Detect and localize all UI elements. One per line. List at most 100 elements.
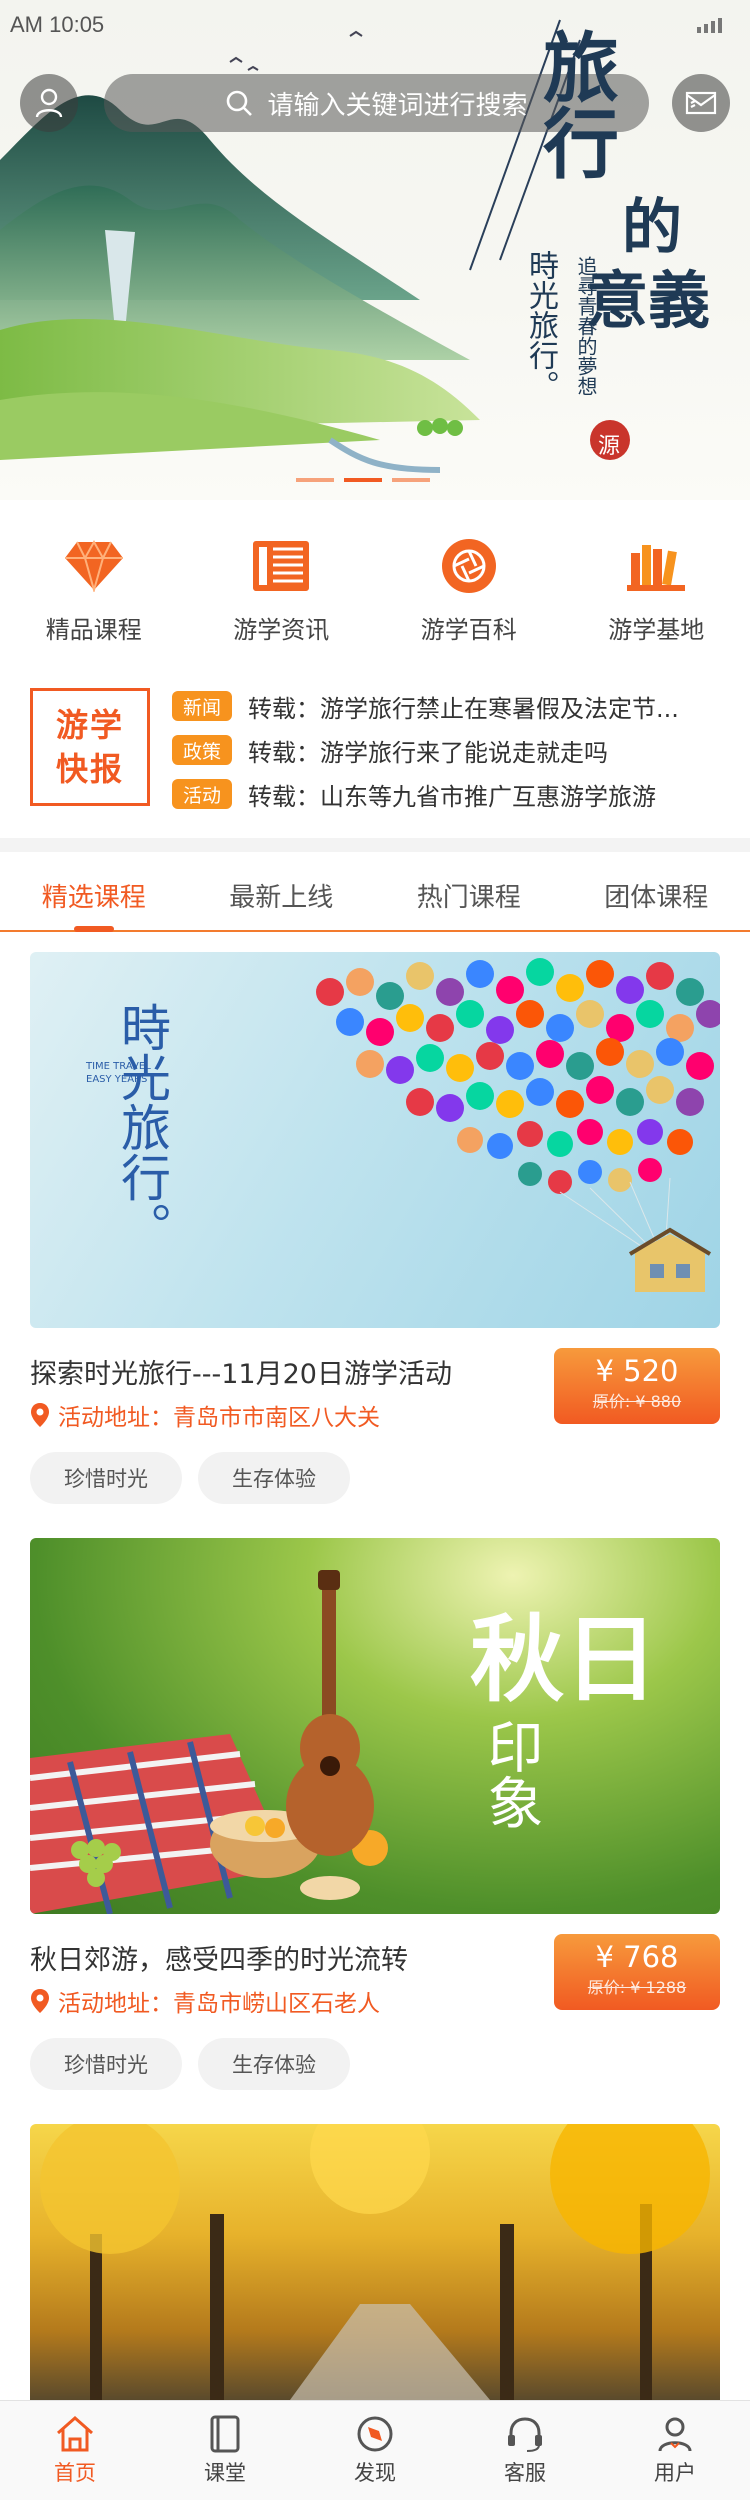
hero-tagline: 追尋青春的夢想 — [574, 256, 598, 396]
news-badge-line: 游学 — [55, 706, 124, 744]
quick-nav-label: 游学基地 — [608, 616, 705, 644]
location-pin-icon — [31, 1403, 49, 1427]
hero-title: 旅行 — [530, 28, 619, 180]
course-price: ¥ 768 — [595, 1940, 679, 1974]
book-icon — [210, 2415, 240, 2452]
quick-nav-bases[interactable]: 游学基地 — [563, 520, 750, 650]
autumn-trees-illustration — [40, 2124, 710, 2400]
quick-nav-news[interactable]: 游学资讯 — [188, 520, 376, 650]
location-pin-icon — [31, 1989, 49, 2013]
messages-button[interactable] — [672, 74, 730, 132]
course-title[interactable]: 探索时光旅行---11月20日游学活动 — [30, 1352, 452, 1391]
quick-nav-wiki[interactable]: 游学百科 — [375, 520, 563, 650]
course-card[interactable]: 時光旅行。 TIME TRAVEL EASY YEARS 探索时光旅行---11… — [30, 952, 720, 1504]
tab-featured[interactable]: 精选课程 — [0, 860, 188, 932]
news-item[interactable]: 政策 转载：游学旅行来了能说走就走吗 — [172, 728, 732, 772]
mail-icon — [685, 91, 717, 115]
section-divider — [0, 838, 750, 852]
price-box[interactable]: ¥ 520 原价: ¥ 880 — [554, 1348, 720, 1424]
nav-user[interactable]: 用户 — [600, 2401, 750, 2500]
hero-title-char: 旅 — [530, 28, 619, 104]
bottom-nav: 首页 课堂 发现 客服 用户 — [0, 2400, 750, 2500]
news-tag: 新闻 — [172, 691, 232, 721]
hero-subtitle: 時光旅行。 — [523, 250, 558, 400]
news-flash: 游学 快报 新闻 转载：游学旅行禁止在寒暑假及法定节... 政策 转载：游学旅行… — [0, 670, 750, 820]
nav-home[interactable]: 首页 — [0, 2401, 150, 2500]
price-box[interactable]: ¥ 768 原价: ¥ 1288 — [554, 1934, 720, 2010]
news-list: 新闻 转载：游学旅行禁止在寒暑假及法定节... 政策 转载：游学旅行来了能说走就… — [172, 684, 732, 816]
course-image-caption: TIME TRAVEL EASY YEARS — [86, 1061, 151, 1085]
news-item[interactable]: 活动 转载：山东等九省市推广互惠游学旅游 — [172, 772, 732, 816]
signal-icon — [697, 18, 722, 33]
course-address: 活动地址：青岛市市南区八大关 — [30, 1398, 380, 1432]
carousel-dot-active[interactable] — [344, 478, 382, 482]
course-title[interactable]: 秋日郊游，感受四季的时光流转 — [30, 1938, 408, 1977]
news-text: 转载：游学旅行禁止在寒暑假及法定节... — [248, 694, 679, 723]
news-tag: 活动 — [172, 779, 232, 809]
course-address-text: 活动地址：青岛市崂山区石老人 — [58, 1991, 380, 2017]
course-image-subtitle: 印象 — [478, 1718, 543, 1830]
newspaper-icon — [249, 534, 313, 598]
tab-latest[interactable]: 最新上线 — [188, 860, 376, 930]
news-badge: 游学 快报 — [30, 688, 150, 806]
tag-chip[interactable]: 珍惜时光 — [30, 1452, 182, 1504]
nav-discover[interactable]: 发现 — [300, 2401, 450, 2500]
course-card[interactable] — [30, 2124, 720, 2400]
course-tabs: 精选课程 最新上线 热门课程 团体课程 — [0, 860, 750, 932]
hero-title-char: 的 — [622, 193, 682, 263]
nav-label: 课堂 — [204, 2460, 246, 2485]
status-time: AM 10:05 — [10, 12, 105, 37]
news-tag: 政策 — [172, 735, 232, 765]
course-address: 活动地址：青岛市崂山区石老人 — [30, 1984, 380, 2018]
tab-popular[interactable]: 热门课程 — [375, 860, 563, 930]
news-badge-line: 快报 — [55, 750, 124, 788]
hero-seal: 源 — [598, 434, 621, 459]
nav-classroom[interactable]: 课堂 — [150, 2401, 300, 2500]
course-card[interactable]: 秋日 印象 秋日郊游，感受四季的时光流转 活动地址：青岛市崂山区石老人 ¥ 76… — [30, 1538, 720, 2090]
nav-label: 发现 — [354, 2460, 396, 2485]
nav-support[interactable]: 客服 — [450, 2401, 600, 2500]
quick-nav-courses[interactable]: 精品课程 — [0, 520, 188, 650]
hero-title-part: 的 — [622, 196, 682, 260]
tag-chip[interactable]: 生存体验 — [198, 1452, 350, 1504]
course-original-price: 原价: ¥ 880 — [592, 1392, 682, 1411]
carousel-dot[interactable] — [392, 478, 430, 482]
course-image[interactable]: 秋日 印象 — [30, 1538, 720, 1914]
course-address-text: 活动地址：青岛市市南区八大关 — [58, 1405, 380, 1431]
carousel-dot[interactable] — [296, 478, 334, 482]
nav-label: 首页 — [54, 2460, 96, 2485]
hero-title-char: 義 — [648, 264, 711, 337]
news-text: 转载：山东等九省市推广互惠游学旅游 — [248, 782, 656, 811]
course-image-title: 秋日 — [470, 1605, 659, 1715]
tab-group[interactable]: 团体课程 — [563, 860, 750, 930]
aperture-icon — [437, 534, 501, 598]
course-image-title: 時光旅行。 — [113, 1002, 171, 1252]
search-icon — [227, 90, 253, 116]
hero-title-char: 行 — [530, 104, 619, 180]
tag-chip[interactable]: 生存体验 — [198, 2038, 350, 2090]
nav-label: 用户 — [654, 2460, 696, 2485]
hero-title-part: 意義 — [586, 268, 710, 334]
course-tags: 珍惜时光 生存体验 — [30, 1452, 350, 1504]
news-item[interactable]: 新闻 转载：游学旅行禁止在寒暑假及法定节... — [172, 684, 732, 728]
home-icon — [57, 2415, 93, 2451]
carousel-indicator[interactable] — [296, 478, 430, 482]
news-text: 转载：游学旅行来了能说走就走吗 — [248, 738, 608, 767]
tag-chip[interactable]: 珍惜时光 — [30, 2038, 182, 2090]
quick-nav-label: 精品课程 — [45, 616, 142, 644]
profile-button[interactable] — [20, 74, 78, 132]
user-icon — [658, 2417, 692, 2451]
course-tags: 珍惜时光 生存体验 — [30, 2038, 350, 2090]
course-image[interactable] — [30, 2124, 720, 2400]
diamond-icon — [62, 534, 126, 598]
course-price: ¥ 520 — [595, 1354, 679, 1388]
search-placeholder: 请输入关键词进行搜索 — [267, 90, 528, 121]
compass-icon — [357, 2416, 393, 2451]
books-icon — [624, 534, 688, 598]
nav-label: 客服 — [504, 2460, 546, 2485]
quick-nav-label: 游学百科 — [420, 616, 517, 644]
headset-icon — [508, 2416, 542, 2452]
course-original-price: 原价: ¥ 1288 — [587, 1978, 687, 1997]
hero-banner[interactable]: AM 10:05 请输入关键词进行搜索 旅行 的 意義 時光旅行。 追尋青春的夢… — [0, 0, 750, 500]
course-image[interactable]: 時光旅行。 TIME TRAVEL EASY YEARS — [30, 952, 720, 1328]
